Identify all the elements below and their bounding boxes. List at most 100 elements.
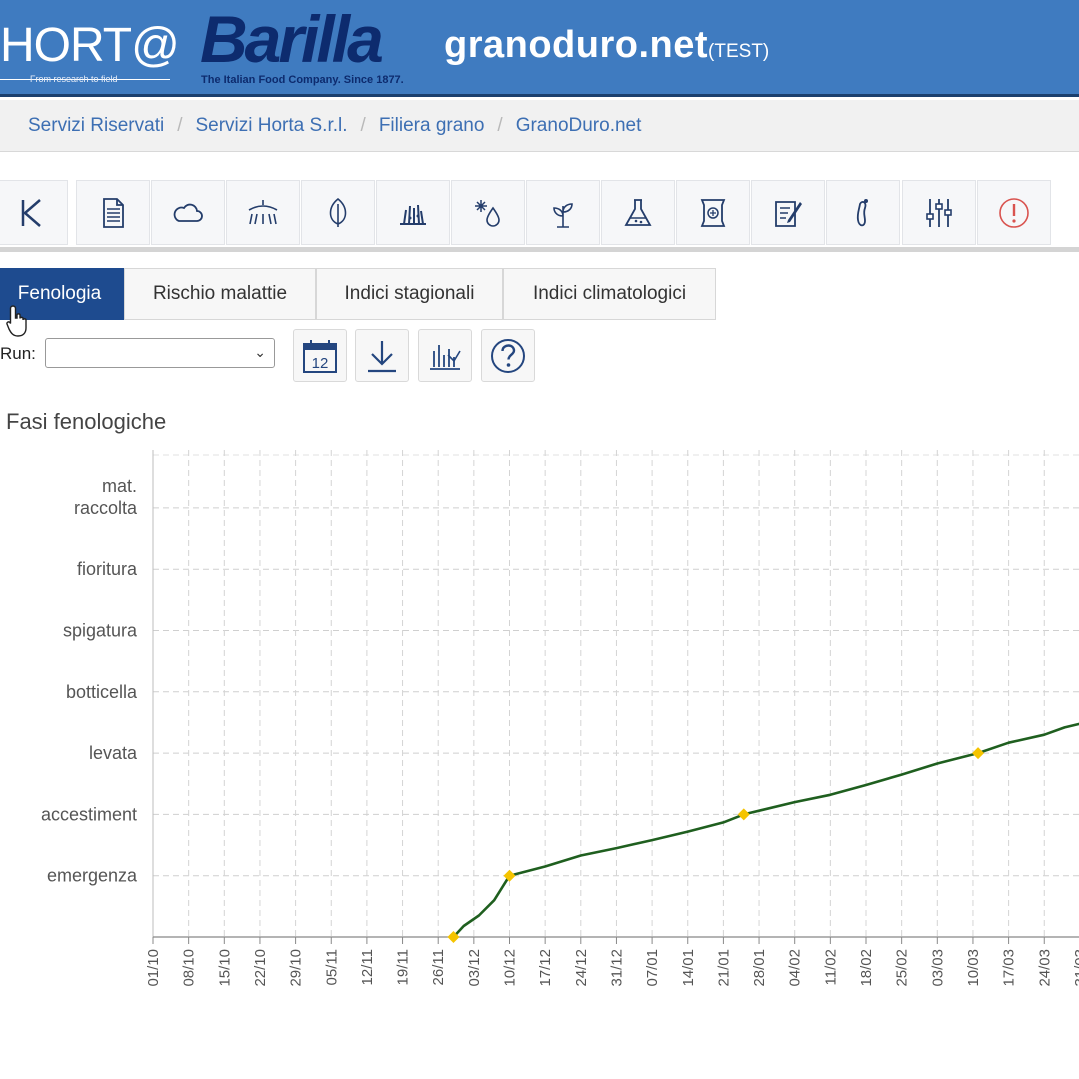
leaf-button[interactable] (301, 180, 375, 245)
y-tick-label: accestiment (41, 804, 137, 824)
chart-button[interactable] (418, 329, 472, 382)
droplet-snowflake-icon (475, 199, 500, 227)
breadcrumb-servizi-horta[interactable]: Servizi Horta S.r.l. (195, 115, 347, 137)
hand-cursor-icon (6, 305, 27, 337)
plant-icon (553, 202, 573, 228)
flask-icon (624, 198, 652, 226)
y-tick-label: mat. raccolta (74, 476, 138, 518)
document-button[interactable] (76, 180, 150, 245)
calendar-day: 12 (312, 355, 329, 372)
x-tick-label: 21/01 (715, 949, 732, 987)
breadcrumb-granoduro[interactable]: GranoDuro.net (516, 115, 642, 137)
footprint-button[interactable] (826, 180, 900, 245)
notes-button[interactable] (751, 180, 825, 245)
breadcrumb: Servizi Riservati / Servizi Horta S.r.l.… (0, 100, 1079, 152)
x-tick-label: 14/01 (680, 949, 697, 987)
y-tick-label: spigatura (63, 621, 138, 641)
plant-button[interactable] (526, 180, 600, 245)
irrigation-button[interactable] (226, 180, 300, 245)
y-tick-label: emergenza (47, 866, 138, 886)
y-tick-label: botticella (66, 682, 138, 702)
x-tick-label: 04/02 (787, 949, 804, 987)
chart-title: Fasi fenologiche (6, 409, 167, 434)
hort-tagline: From research to field (30, 74, 118, 84)
settings-button[interactable] (902, 180, 976, 245)
field-button[interactable] (376, 180, 450, 245)
x-tick-label: 10/12 (502, 949, 519, 987)
x-tick-label: 05/11 (323, 949, 340, 985)
alert-icon (999, 197, 1029, 228)
irrigation-icon (248, 199, 278, 224)
calendar-icon: 12 (303, 339, 337, 373)
y-tick-label: fioritura (77, 559, 138, 579)
help-icon (491, 338, 525, 373)
x-tick-label: 10/03 (965, 949, 982, 987)
footprint-icon (856, 198, 868, 226)
tab-indici-climatologici[interactable]: Indici climatologici (503, 268, 716, 320)
stage-marker (972, 747, 985, 760)
x-tick-label: 19/11 (395, 949, 412, 985)
fertilizer-bag-icon (700, 198, 726, 227)
site-title: granoduro.net(TEST) (444, 24, 769, 67)
tab-indici-stagionali[interactable]: Indici stagionali (316, 268, 503, 320)
breadcrumb-separator: / (177, 114, 183, 136)
x-tick-label: 07/01 (644, 949, 661, 987)
barilla-tagline: The Italian Food Company. Since 1877. (201, 74, 404, 86)
chart-icon (430, 344, 461, 370)
phenology-chart: emergenza accestiment levata botticella spig… (41, 450, 1079, 987)
x-tick-label: 25/02 (894, 949, 911, 987)
stage-marker (503, 869, 516, 882)
back-icon (21, 198, 41, 227)
site-header: HORT@ From research to field Barilla The… (0, 0, 1079, 97)
module-toolbar (0, 176, 1079, 252)
x-tick-label: 03/12 (466, 949, 483, 987)
site-name: granoduro.net (444, 24, 709, 66)
document-icon (103, 197, 124, 228)
x-tick-label: 11/02 (822, 949, 839, 985)
x-tick-label: 31/03 (1072, 949, 1079, 987)
cloud-icon (173, 203, 203, 222)
x-tick-label: 01/10 (145, 949, 162, 987)
stage-marker (737, 808, 750, 821)
barilla-logo[interactable]: Barilla The Italian Food Company. Since … (196, 6, 436, 90)
breadcrumb-separator: / (497, 114, 503, 136)
download-icon (368, 340, 396, 372)
x-tick-label: 29/10 (288, 949, 305, 987)
x-tick-label: 31/12 (608, 949, 625, 987)
phenology-line (452, 722, 1079, 938)
x-tick-label: 03/03 (929, 949, 946, 987)
fertilizer-button[interactable] (676, 180, 750, 245)
x-tick-label: 12/11 (359, 949, 376, 985)
alert-button[interactable] (977, 180, 1051, 245)
x-tick-label: 28/01 (751, 949, 768, 987)
x-tick-label: 15/10 (216, 949, 233, 987)
barilla-logo-text: Barilla (200, 2, 384, 76)
frost-rain-button[interactable] (451, 180, 525, 245)
weather-button[interactable] (151, 180, 225, 245)
tab-rischio-malattie[interactable]: Rischio malattie (124, 268, 316, 320)
y-tick-label: levata (89, 743, 138, 763)
breadcrumb-separator: / (360, 114, 366, 136)
chevron-down-icon: ⌄ (254, 344, 266, 360)
help-button[interactable] (481, 329, 535, 382)
x-tick-label: 24/03 (1036, 949, 1053, 987)
breadcrumb-servizi-riservati[interactable]: Servizi Riservati (28, 115, 164, 137)
hort-logo[interactable]: HORT@ From research to field (0, 12, 180, 90)
notepad-icon (775, 200, 802, 227)
site-env: (TEST) (708, 41, 770, 62)
run-label: Run: (0, 344, 36, 363)
run-select[interactable]: ⌄ (45, 338, 275, 368)
field-icon (400, 204, 426, 225)
breadcrumb-filiera-grano[interactable]: Filiera grano (379, 115, 485, 137)
download-button[interactable] (355, 329, 409, 382)
x-tick-label: 26/11 (430, 949, 447, 985)
x-tick-label: 08/10 (181, 949, 198, 987)
sliders-icon (926, 198, 952, 227)
x-tick-label: 24/12 (573, 949, 590, 987)
calendar-button[interactable]: 12 (293, 329, 347, 382)
x-tick-label: 17/03 (1001, 949, 1018, 987)
x-tick-label: 17/12 (537, 949, 554, 987)
lab-button[interactable] (601, 180, 675, 245)
hort-logo-text: HORT@ (0, 19, 180, 72)
back-button[interactable] (0, 180, 68, 245)
